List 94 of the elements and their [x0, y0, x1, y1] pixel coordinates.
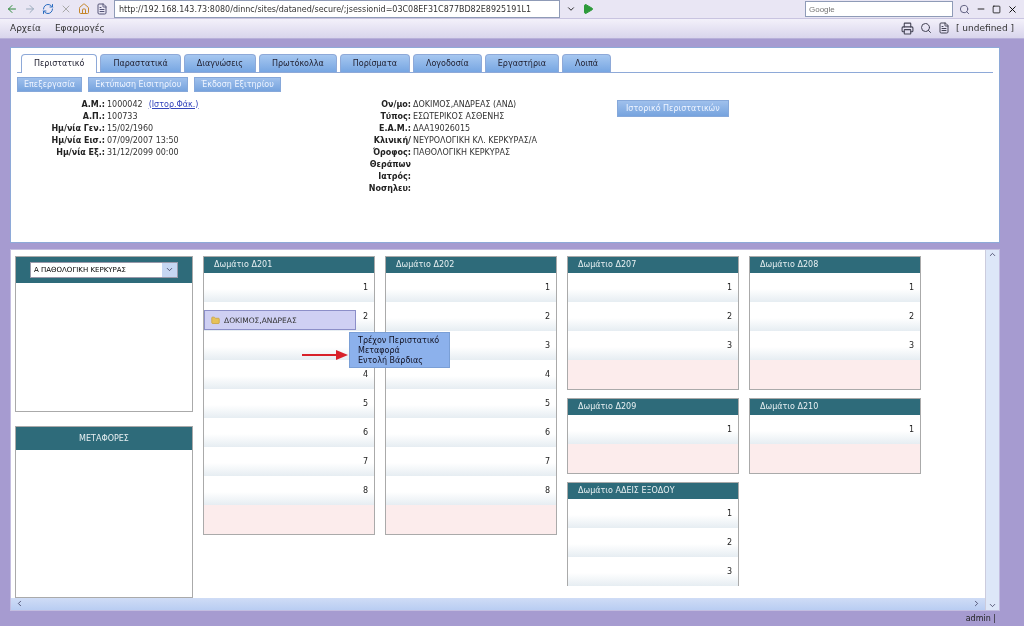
field-label: Κλινική/ — [372, 135, 411, 145]
user-label: [ undefined ] — [955, 23, 1014, 34]
scroll-right-icon[interactable] — [972, 599, 981, 609]
bed-number: 1 — [726, 508, 732, 518]
bed-number: 2 — [726, 311, 732, 321]
document-icon[interactable] — [937, 22, 950, 35]
context-menu-item[interactable]: Μεταφορά — [358, 345, 440, 355]
room-title: Δωμάτιο Δ210 — [750, 398, 920, 415]
bed-number: 4 — [362, 369, 368, 379]
tab[interactable]: Πρωτόκολλα — [258, 53, 337, 72]
dropdown-icon[interactable] — [566, 4, 576, 14]
bed-number: 1 — [908, 424, 914, 434]
room-title: Δωμάτιο Δ209 — [568, 398, 738, 415]
field-label: Α.Π.: — [81, 111, 105, 121]
menu-item[interactable]: Αρχεία — [10, 23, 41, 34]
bed-number: 3 — [726, 566, 732, 576]
page-icon — [96, 3, 108, 15]
tab[interactable]: Λοιπά — [561, 53, 612, 72]
field-value: 31/12/2099 00:00 — [106, 147, 179, 157]
bed-number: 2 — [544, 311, 550, 321]
bed-number: 1 — [362, 282, 368, 292]
stop-icon[interactable] — [60, 3, 72, 15]
transfers-title: ΜΕΤΑΦΟΡΕΣ — [16, 426, 192, 450]
field-value: ΕΣΩΤΕΡΙΚΟΣ ΑΣΘΕΝΗΣ — [412, 111, 506, 121]
back-icon[interactable] — [6, 3, 18, 15]
maximize-icon[interactable] — [992, 4, 1001, 14]
tab[interactable]: Διαγνώσεις — [183, 53, 256, 72]
bed-number: 8 — [544, 485, 550, 495]
room-title: Δωμάτιο Δ202 — [386, 256, 556, 273]
field-value: 1000042 — [106, 99, 143, 109]
field-value: 07/09/2007 13:50 — [106, 135, 179, 145]
bed-number: 3 — [544, 340, 550, 350]
field-value: ΠΑΘΟΛΟΓΙΚΗ ΚΕΡΚΥΡΑΣ — [412, 147, 512, 157]
room-title: Δωμάτιο Δ208 — [750, 256, 920, 273]
bed-number: 5 — [362, 398, 368, 408]
search-field[interactable]: Google — [805, 1, 953, 17]
field-label: Θεράπων — [368, 159, 411, 169]
tab[interactable]: Παραστατικά — [100, 53, 181, 72]
bed-number: 1 — [726, 282, 732, 292]
tab[interactable]: Πορίσματα — [339, 53, 410, 72]
field-label: Α.Μ.: — [80, 99, 105, 109]
bed-number: 7 — [362, 456, 368, 466]
bed-number: 2 — [362, 311, 368, 321]
printer-icon[interactable] — [900, 21, 914, 35]
horizontal-scrollbar[interactable] — [11, 597, 985, 610]
context-menu-item[interactable]: Τρέχον Περιστατικό — [358, 335, 440, 345]
field-label: Όροφος: — [371, 147, 411, 157]
bed-number: 1 — [908, 282, 914, 292]
tab[interactable]: Λογοδοσία — [412, 53, 482, 72]
bed-number: 4 — [544, 369, 550, 379]
bed-number: 6 — [544, 427, 550, 437]
search-icon[interactable] — [919, 22, 932, 35]
status-user: admin | — [965, 613, 996, 623]
scroll-left-icon[interactable] — [15, 599, 24, 609]
bed-number: 7 — [544, 456, 550, 466]
bed-number: 2 — [726, 537, 732, 547]
bed-number: 2 — [908, 311, 914, 321]
field-label: Ον/μο: — [380, 99, 411, 109]
menu-item[interactable]: Εφαρμογές — [54, 23, 105, 34]
field-value: ΔΑΑ19026015 — [412, 123, 472, 133]
field-value: 100733 — [106, 111, 138, 121]
bed-number: 5 — [544, 398, 550, 408]
context-menu-item[interactable]: Εντολή Βάρδιας — [358, 355, 440, 365]
home-icon[interactable] — [78, 3, 90, 15]
tab[interactable]: Περιστατικό — [21, 53, 98, 73]
field-label: Τύπος: — [379, 111, 411, 121]
refresh-icon[interactable] — [42, 3, 54, 15]
field-label: Ημ/νία Γεν.: — [50, 123, 105, 133]
pointer-arrow — [302, 349, 348, 360]
field-label: Ημ/νία Εισ.: — [50, 135, 105, 145]
field-label: Ε.Α.Μ.: — [378, 123, 411, 133]
address-field[interactable]: http://192.168.143.73:8080/dinnc/sites/dataned/secure/;jsessionid=03C08EF31C877BD82E8925191L1 — [114, 0, 560, 18]
go-icon[interactable] — [582, 3, 594, 15]
field-value: 15/02/1960 — [106, 123, 154, 133]
bed-number: 3 — [908, 340, 914, 350]
tab[interactable]: Εργαστήρια — [484, 53, 559, 72]
room-title: Δωμάτιο Δ207 — [568, 256, 738, 273]
record-link[interactable]: (Ιστορ.Φάκ.) — [148, 99, 199, 109]
field-value: ΝΕΥΡΟΛΟΓΙΚΗ ΚΛ. ΚΕΡΚΥΡΑΣ/Α — [412, 135, 539, 145]
field-label: Ημ/νία Εξ.: — [55, 147, 105, 157]
field-value: ΔΟΚΙΜΟΣ,ΑΝΔΡΕΑΣ (ΑΝΔ) — [412, 99, 518, 109]
search-icon[interactable] — [959, 3, 970, 15]
vertical-scrollbar[interactable] — [985, 249, 999, 610]
bed-number: 1 — [544, 282, 550, 292]
bed-number: 6 — [362, 427, 368, 437]
close-icon[interactable] — [1007, 3, 1018, 15]
field-label: Ιατρός: — [377, 171, 411, 181]
room-title: Δωμάτιο Δ201 — [204, 256, 374, 273]
field-label: Νοσηλευ: — [367, 183, 411, 193]
room-title: Δωμάτιο ΑΔΕΙΣ ΕΞΟΔΟΥ — [568, 482, 738, 499]
bed-number: 3 — [726, 340, 732, 350]
bed-number: 1 — [726, 424, 732, 434]
folder-icon — [211, 315, 220, 325]
bed-number: 8 — [362, 485, 368, 495]
